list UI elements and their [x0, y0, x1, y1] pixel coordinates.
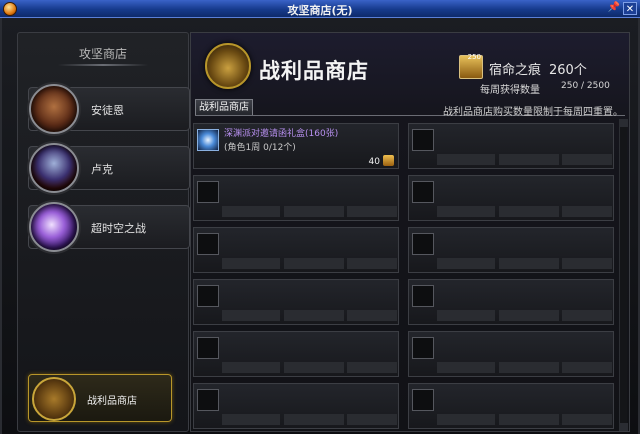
empty-item-icon — [197, 389, 219, 411]
currency-count: 260个 — [549, 63, 587, 78]
empty-item-icon — [412, 233, 434, 255]
pin-icon[interactable]: 📌 — [608, 2, 620, 13]
slot-placeholder — [284, 206, 344, 217]
slot-placeholder — [284, 258, 344, 269]
slot-placeholder — [499, 362, 559, 373]
currency-icon-number: 250 — [467, 53, 481, 61]
slot-placeholder — [437, 362, 495, 373]
slot-placeholder — [222, 206, 280, 217]
slot-placeholder — [437, 258, 495, 269]
loot-shop-panel: 战利品商店 250 宿命之痕 260个 每周获得数量 250 / 2500 战利… — [190, 32, 630, 432]
slot-placeholder — [284, 414, 344, 425]
shop-sidebar: 攻坚商店 安徒恩 卢克 超时空之战 — [17, 32, 190, 432]
shop-item-slot[interactable] — [408, 123, 614, 169]
shop-item-slot[interactable]: 深渊派对邀请函礼盒(160张) (角色1周 0/12个) 40 — [193, 123, 399, 169]
slot-placeholder — [347, 310, 397, 321]
slot-placeholder — [562, 310, 612, 321]
slot-placeholder — [347, 258, 397, 269]
shop-item-slot[interactable] — [193, 331, 399, 377]
sidebar-item-chrono-war[interactable]: 超时空之战 — [28, 202, 190, 252]
currency-name: 宿命之痕 — [489, 63, 542, 78]
slot-placeholder — [499, 414, 559, 425]
empty-item-icon — [412, 389, 434, 411]
slot-placeholder — [437, 206, 495, 217]
slot-placeholder — [499, 154, 559, 165]
shop-item-slot[interactable] — [193, 383, 399, 429]
abyss-ticket-box-icon — [197, 129, 219, 151]
shop-item-slot[interactable] — [408, 175, 614, 221]
weekly-gain-label: 每周获得数量 — [480, 85, 540, 96]
close-button[interactable]: ✕ — [623, 2, 637, 15]
shop-item-slot[interactable] — [193, 227, 399, 273]
item-grid: 深渊派对邀请函礼盒(160张) (角色1周 0/12个) 40 — [193, 123, 617, 433]
scrollbar[interactable] — [619, 119, 628, 431]
empty-item-icon — [412, 129, 434, 151]
empty-item-icon — [197, 233, 219, 255]
slot-placeholder — [437, 310, 495, 321]
slot-placeholder — [222, 362, 280, 373]
empty-item-icon — [412, 181, 434, 203]
sidebar-item-label: 战利品商店 — [87, 396, 137, 407]
scroll-down-arrow-icon[interactable] — [620, 423, 628, 431]
sidebar-item-label: 卢克 — [91, 163, 113, 176]
empty-item-icon — [197, 285, 219, 307]
slot-placeholder — [347, 206, 397, 217]
anton-portrait-icon — [29, 84, 79, 134]
slot-placeholder — [499, 206, 559, 217]
slot-placeholder — [562, 258, 612, 269]
sidebar-divider — [58, 64, 148, 66]
treasure-chest-icon — [205, 43, 251, 89]
slot-placeholder — [222, 310, 280, 321]
slot-placeholder — [499, 310, 559, 321]
destiny-mark-icon: 250 — [459, 53, 483, 79]
slot-placeholder — [499, 258, 559, 269]
window-title: 攻坚商店(无) — [287, 4, 353, 17]
empty-item-icon — [197, 181, 219, 203]
weekly-gain-value: 250 / 2500 — [561, 81, 610, 91]
slot-placeholder — [562, 206, 612, 217]
sidebar-header: 攻坚商店 — [78, 47, 127, 61]
shop-item-slot[interactable] — [193, 279, 399, 325]
slot-placeholder — [437, 154, 495, 165]
shop-item-slot[interactable] — [193, 175, 399, 221]
sidebar-item-label: 安徒恩 — [91, 104, 124, 117]
shop-item-slot[interactable] — [408, 331, 614, 377]
slot-placeholder — [437, 414, 495, 425]
tab-loot-shop[interactable]: 战利品商店 — [195, 99, 253, 115]
slot-placeholder — [562, 154, 612, 165]
item-purchase-limit: (角色1周 0/12个) — [224, 143, 296, 153]
sidebar-item-label: 超时空之战 — [91, 222, 146, 235]
item-price: 40 — [368, 157, 380, 167]
sidebar-item-loot-shop[interactable]: 战利品商店 — [28, 374, 172, 422]
chrono-war-portrait-icon — [29, 202, 79, 252]
slot-placeholder — [284, 310, 344, 321]
slot-placeholder — [222, 258, 280, 269]
sidebar-item-anton[interactable]: 安徒恩 — [28, 84, 190, 134]
slot-placeholder — [562, 414, 612, 425]
slot-placeholder — [347, 362, 397, 373]
reset-notice: 战利品商店购买数量限制于每周四重置。 — [443, 107, 623, 118]
shop-item-slot[interactable] — [408, 279, 614, 325]
shop-item-slot[interactable] — [408, 383, 614, 429]
luke-portrait-icon — [29, 143, 79, 193]
currency-small-icon — [383, 155, 394, 166]
treasure-chest-icon — [32, 377, 76, 421]
item-name: 深渊派对邀请函礼盒(160张) — [224, 129, 339, 139]
slot-placeholder — [222, 414, 280, 425]
page-title: 战利品商店 — [259, 59, 369, 83]
shop-item-slot[interactable] — [408, 227, 614, 273]
empty-item-icon — [412, 337, 434, 359]
empty-item-icon — [197, 337, 219, 359]
scroll-up-arrow-icon[interactable] — [620, 119, 628, 127]
empty-item-icon — [412, 285, 434, 307]
slot-placeholder — [562, 362, 612, 373]
slot-placeholder — [347, 414, 397, 425]
title-bar[interactable]: 攻坚商店(无) 📌 ✕ — [0, 0, 640, 18]
sidebar-item-luke[interactable]: 卢克 — [28, 143, 190, 193]
slot-placeholder — [284, 362, 344, 373]
